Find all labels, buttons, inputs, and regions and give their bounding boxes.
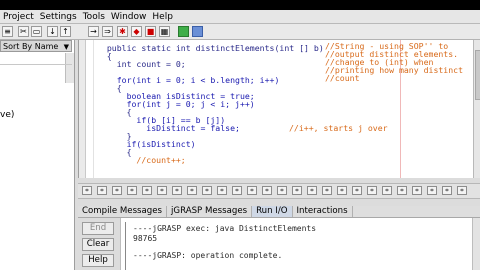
tab-run-io[interactable]: Run I/O	[252, 206, 293, 217]
sort-icon[interactable]: ≡	[2, 26, 13, 37]
code-line-3: int count = 0;	[97, 59, 186, 69]
code-editor[interactable]: public static int distinctElements(int […	[78, 40, 480, 178]
csd-icon[interactable]: ⌗	[172, 186, 182, 195]
clear-icon[interactable]: ▦	[159, 26, 170, 37]
code-line-1: public static int distinctElements(int […	[97, 43, 324, 53]
run-arrow-icon[interactable]: ⇒	[102, 26, 113, 37]
side-comment-5: //count	[325, 73, 360, 83]
output-line-complete: ----jGRASP: operation complete.	[133, 251, 283, 260]
browse-list-item[interactable]: ve)	[0, 110, 14, 120]
output-line-result: 98765	[133, 234, 158, 243]
down-arrow-icon[interactable]: ↓	[47, 26, 58, 37]
output-bracket	[125, 222, 126, 270]
csd-icon[interactable]: ⌗	[127, 186, 137, 195]
menu-settings[interactable]: Settings	[37, 12, 80, 22]
stop-icon[interactable]: ■	[145, 26, 156, 37]
up-arrow-icon[interactable]: ↑	[60, 26, 71, 37]
menu-bar: Project Settings Tools Window Help	[0, 10, 480, 24]
csd-icon[interactable]: ⌗	[247, 186, 257, 195]
tab-compile-messages[interactable]: Compile Messages	[78, 206, 168, 217]
csd-icon[interactable]: ⌗	[187, 186, 197, 195]
gutter-divider	[93, 40, 94, 178]
csd-icon[interactable]: ⌗	[97, 186, 107, 195]
output-line-exec: ----jGRASP exec: java DistinctElements	[133, 224, 317, 233]
list-divider	[0, 64, 72, 65]
inline-comment: //i++, starts j over	[289, 123, 388, 133]
message-tabs: Compile Messages jGRASP Messages Run I/O…	[78, 206, 480, 218]
csd-icon[interactable]: ⌗	[412, 186, 422, 195]
csd-icon[interactable]: ⌗	[277, 186, 287, 195]
editor-gutter	[79, 40, 86, 178]
csd-icon[interactable]: ⌗	[262, 186, 272, 195]
run-io-output[interactable]: ----jGRASP exec: java DistinctElements 9…	[120, 218, 473, 270]
sort-by-name-label: Sort By Name	[3, 42, 59, 51]
csd-icon[interactable]: ⌗	[232, 186, 242, 195]
jgrasp-window: Project Settings Tools Window Help ≡ ✂ ▭…	[0, 0, 480, 270]
code-line-15: //count++;	[97, 155, 186, 165]
csd-icon[interactable]: ⌗	[307, 186, 317, 195]
csd-icon[interactable]: ⌗	[202, 186, 212, 195]
csd-icon[interactable]: ⌗	[442, 186, 452, 195]
csd-icon[interactable]: ⌗	[292, 186, 302, 195]
browse-panel: Sort By Name ▼ ve)	[0, 40, 75, 270]
chevron-down-icon: ▼	[63, 43, 69, 51]
menu-help[interactable]: Help	[149, 12, 176, 22]
paste-icon[interactable]: ▭	[31, 26, 42, 37]
csd-icon[interactable]: ⌗	[157, 186, 167, 195]
debug-bug-icon[interactable]: ✱	[117, 26, 128, 37]
csd-icon[interactable]: ⌗	[142, 186, 152, 195]
toolbar: ≡ ✂ ▭ ↓ ↑ → ⇒ ✱ ◆ ■ ▦	[0, 24, 480, 40]
csd-icon[interactable]: ⌗	[457, 186, 467, 195]
end-button[interactable]: End	[82, 222, 114, 235]
csd-icon[interactable]: ⌗	[397, 186, 407, 195]
csd-icon[interactable]: ⌗	[322, 186, 332, 195]
csd-icon[interactable]: ⌗	[337, 186, 347, 195]
csd-icon[interactable]: ⌗	[82, 186, 92, 195]
csd-icon[interactable]: ⌗	[352, 186, 362, 195]
menu-window[interactable]: Window	[108, 12, 150, 22]
run-io-buttons: End Clear Help	[78, 218, 118, 270]
tab-jgrasp-messages[interactable]: jGRASP Messages	[167, 206, 253, 217]
browse-scrollbar[interactable]	[65, 53, 74, 83]
csd-icon[interactable]: ⌗	[217, 186, 227, 195]
tab-interactions[interactable]: Interactions	[293, 206, 353, 217]
step-icon[interactable]: ◆	[131, 26, 142, 37]
editor-scrollbar[interactable]	[473, 40, 480, 178]
clear-button[interactable]: Clear	[82, 238, 114, 251]
cut-icon[interactable]: ✂	[18, 26, 29, 37]
menu-project[interactable]: Project	[0, 12, 37, 22]
csd-icon[interactable]: ⌗	[382, 186, 392, 195]
top-letterbox	[0, 0, 480, 10]
sort-by-name-button[interactable]: Sort By Name ▼	[0, 40, 72, 52]
help-button[interactable]: Help	[82, 254, 114, 267]
menu-tools[interactable]: Tools	[80, 12, 108, 22]
generate-csd-icon[interactable]	[178, 26, 189, 37]
csd-toolbar: ⌗ ⌗ ⌗ ⌗ ⌗ ⌗ ⌗ ⌗ ⌗ ⌗ ⌗ ⌗ ⌗ ⌗ ⌗ ⌗ ⌗ ⌗ ⌗ ⌗ …	[78, 183, 480, 199]
csd-icon[interactable]: ⌗	[112, 186, 122, 195]
output-scrollbar[interactable]	[472, 218, 480, 270]
csd-icon[interactable]: ⌗	[367, 186, 377, 195]
run-icon[interactable]: →	[88, 26, 99, 37]
remove-csd-icon[interactable]	[192, 26, 203, 37]
code-line-5: for(int i = 0; i < b.length; i++)	[97, 75, 280, 85]
editor-scroll-thumb[interactable]	[475, 50, 480, 100]
csd-icon[interactable]: ⌗	[427, 186, 437, 195]
